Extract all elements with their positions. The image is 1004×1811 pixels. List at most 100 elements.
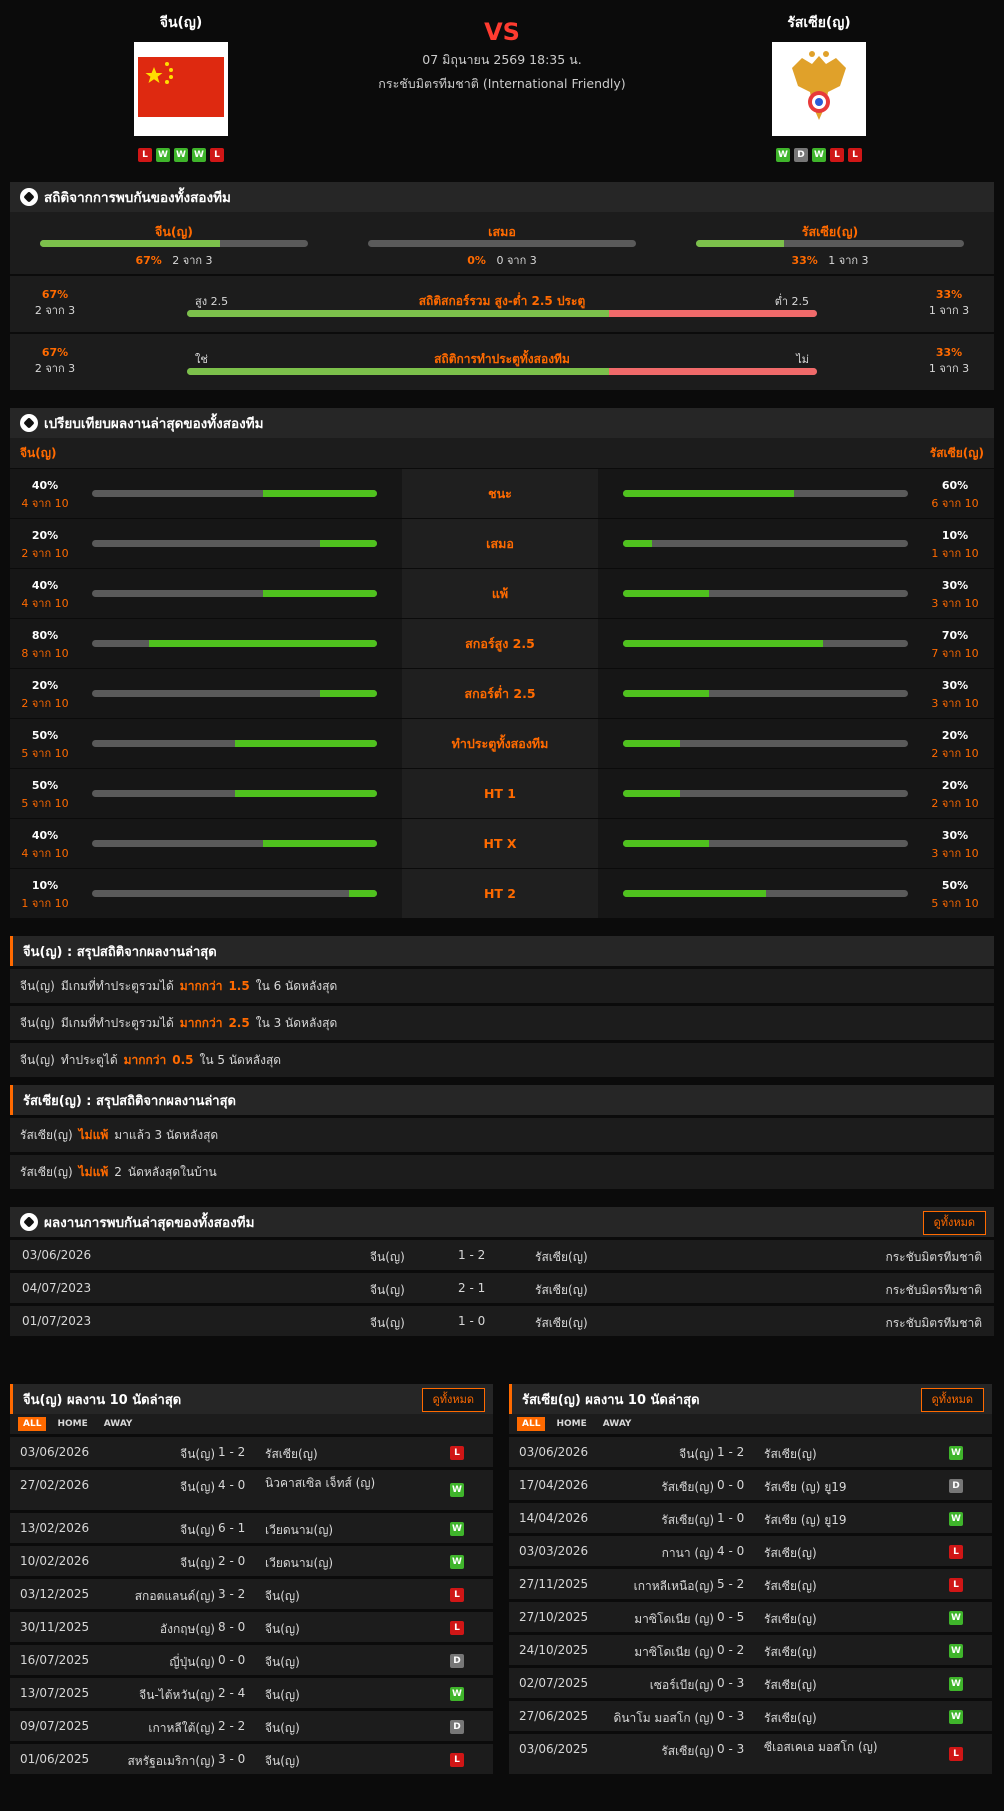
- match-row[interactable]: 10/02/2026 จีน(ญ) 2 - 0 เวียดนาม(ญ) W: [10, 1546, 493, 1576]
- match-row[interactable]: 30/11/2025 อังกฤษ(ญ) 8 - 0 จีน(ญ) L: [10, 1612, 493, 1642]
- away-summary: รัสเซีย(ญ) : สรุปสถิติจากผลงานล่าสุด รัส…: [10, 1085, 994, 1189]
- tab-all[interactable]: ALL: [517, 1417, 546, 1431]
- match-date: 27/02/2026: [20, 1478, 90, 1492]
- match-row[interactable]: 03/03/2026 กานา (ญ) 4 - 0 รัสเซีย(ญ) L: [509, 1536, 992, 1566]
- h2h-home-bar: [40, 240, 308, 247]
- summary-text: 2: [114, 1165, 122, 1179]
- result-badge: W: [949, 1677, 963, 1691]
- view-all-button[interactable]: ดูทั้งหมด: [421, 1388, 485, 1412]
- match-row[interactable]: 16/07/2025 ญี่ปุ่น(ญ) 0 - 0 จีน(ญ) D: [10, 1645, 493, 1675]
- h2h-results: ผลงานการพบกันล่าสุดของทั้งสองทีม ดูทั้งหม…: [10, 1207, 994, 1336]
- compare-home-pct: 40% 4 จาก 10: [20, 829, 70, 862]
- match-row[interactable]: 09/07/2025 เกาหลีใต้(ญ) 2 - 2 จีน(ญ) D: [10, 1711, 493, 1741]
- match-row[interactable]: 01/06/2025 สหรัฐอเมริกา(ญ) 3 - 0 จีน(ญ) L: [10, 1744, 493, 1774]
- summary-text: มากกว่า: [179, 1015, 223, 1030]
- h2h-row[interactable]: 01/07/2023 จีน(ญ) 1 - 0 รัสเซีย(ญ) กระชับมิต…: [10, 1306, 994, 1336]
- h2h-draw-pct: 0%: [467, 254, 486, 267]
- compare-away-pct: 30% 3 จาก 10: [930, 579, 980, 612]
- match-date: 03/12/2025: [20, 1587, 90, 1601]
- home-last-title: จีน(ญ) ผลงาน 10 นัดล่าสุด: [23, 1392, 182, 1408]
- away-team[interactable]: รัสเซีย(ญ) WDWLL: [724, 12, 914, 162]
- home-summary: จีน(ญ) : สรุปสถิติจากผลงานล่าสุด จีน(ญ) ม…: [10, 936, 994, 1077]
- soccer-ball-icon: [20, 1213, 38, 1231]
- compare-home-pct: 50% 5 จาก 10: [20, 779, 70, 812]
- tab-home[interactable]: HOME: [551, 1417, 591, 1431]
- result-badge: L: [450, 1588, 464, 1602]
- match-row[interactable]: 24/10/2025 มาซิโดเนีย (ญ) 0 - 2 รัสเซีย(ญ) W: [509, 1635, 992, 1665]
- summary-text: มีเกมที่ทำประตูรวมได้: [60, 978, 174, 993]
- away-form: WDWLL: [724, 148, 914, 162]
- match-home: สหรัฐอเมริกา(ญ): [127, 1754, 215, 1768]
- summary-text: ทำประตูได้: [60, 1052, 118, 1067]
- btts-no-count: 1 จาก 3: [928, 362, 970, 375]
- compare-section: เปรียบเทียบผลงานล่าสุดของทั้งสองทีม จีน(…: [10, 408, 994, 918]
- form-badge: W: [174, 148, 188, 162]
- match-score: 0 - 3: [717, 1709, 745, 1723]
- view-all-button[interactable]: ดูทั้งหมด: [920, 1388, 984, 1412]
- btts-yes-pct: 67%: [41, 346, 69, 359]
- league-name: กระชับมิตรทีมชาติ (International Friendl…: [378, 76, 626, 91]
- compare-metric-label: เสมอ: [402, 519, 598, 568]
- btts-no-pct: 33%: [935, 346, 963, 359]
- match-date: 27/10/2025: [519, 1610, 589, 1624]
- summary-text: ใน 5 นัดหลังสุด: [199, 1052, 282, 1067]
- tab-all[interactable]: ALL: [18, 1417, 47, 1431]
- summary-text: ไม่แพ้: [78, 1127, 109, 1142]
- match-row[interactable]: 27/10/2025 มาซิโดเนีย (ญ) 0 - 5 รัสเซีย(ญ) W: [509, 1602, 992, 1632]
- match-row[interactable]: 03/06/2025 รัสเซีย(ญ) 0 - 3 ซีเอสเคเอ มอสโก…: [509, 1734, 992, 1774]
- away-summary-title: รัสเซีย(ญ) : สรุปสถิติจากผลงานล่าสุด: [10, 1085, 994, 1115]
- match-away: จีน(ญ): [265, 1622, 300, 1636]
- btts-yes-count: 2 จาก 3: [34, 362, 76, 375]
- compare-metric-label: สกอร์ต่ำ 2.5: [402, 669, 598, 718]
- tab-home[interactable]: HOME: [52, 1417, 92, 1431]
- h2h-home-label: จีน(ญ): [155, 224, 193, 239]
- h2h-stats-section: สถิติจากการพบกันของทั้งสองทีม จีน(ญ) 67%…: [10, 182, 994, 274]
- h2h-cell: กระชับมิตรทีมชาติ: [885, 1316, 982, 1330]
- tab-away[interactable]: AWAY: [99, 1417, 138, 1431]
- compare-home-pct: 20% 2 จาก 10: [20, 679, 70, 712]
- match-row[interactable]: 13/07/2025 จีน-ไต้หวัน(ญ) 2 - 4 จีน(ญ) W: [10, 1678, 493, 1708]
- form-badge: W: [156, 148, 170, 162]
- compare-away-side: 30% 3 จาก 10: [598, 819, 990, 868]
- compare-away-side: 10% 1 จาก 10: [598, 519, 990, 568]
- result-badge: W: [450, 1522, 464, 1536]
- match-date: 03/06/2026: [519, 1445, 589, 1459]
- form-badge: W: [812, 148, 826, 162]
- compare-away-bar: [623, 690, 908, 697]
- summary-row: จีน(ญ) ทำประตูได้ มากกว่า 0.5 ใน 5 นัดหลังสุ…: [10, 1043, 994, 1077]
- home-pct-value: 40%: [31, 479, 59, 492]
- match-row[interactable]: 27/11/2025 เกาหลีเหนือ(ญ) 5 - 2 รัสเซีย(ญ) L: [509, 1569, 992, 1599]
- match-row[interactable]: 13/02/2026 จีน(ญ) 6 - 1 เวียดนาม(ญ) W: [10, 1513, 493, 1543]
- match-row[interactable]: 03/06/2026 จีน(ญ) 1 - 2 รัสเซีย(ญ) W: [509, 1437, 992, 1467]
- match-row[interactable]: 02/07/2025 เซอร์เบีย(ญ) 0 - 3 รัสเซีย(ญ) W: [509, 1668, 992, 1698]
- compare-away-label: รัสเซีย(ญ): [929, 445, 984, 460]
- result-badge: W: [450, 1555, 464, 1569]
- summary-text: ใน 6 นัดหลังสุด: [255, 978, 338, 993]
- match-header: จีน(ญ) LWWWL VS 07 มิถุนายน 2569 18:35 น…: [0, 0, 1004, 170]
- china-flag-logo: [134, 42, 228, 136]
- view-all-button[interactable]: ดูทั้งหมด: [922, 1211, 986, 1235]
- match-row[interactable]: 27/02/2026 จีน(ญ) 4 - 0 นิวคาสเซิล เจ็ทส์ (…: [10, 1470, 493, 1510]
- summary-text: จีน(ญ): [20, 978, 55, 993]
- match-row[interactable]: 03/12/2025 สกอตแลนด์(ญ) 3 - 2 จีน(ญ) L: [10, 1579, 493, 1609]
- compare-away-pct: 20% 2 จาก 10: [930, 779, 980, 812]
- compare-away-side: 60% 6 จาก 10: [598, 469, 990, 518]
- match-row[interactable]: 27/06/2025 ดินาโม มอสโก (ญ) 0 - 3 รัสเซีย(ญ…: [509, 1701, 992, 1731]
- home-team[interactable]: จีน(ญ) LWWWL: [86, 12, 276, 162]
- tab-away[interactable]: AWAY: [598, 1417, 637, 1431]
- match-row[interactable]: 03/06/2026 จีน(ญ) 1 - 2 รัสเซีย(ญ) L: [10, 1437, 493, 1467]
- away-pct-count: 5 จาก 10: [931, 897, 979, 910]
- h2h-row[interactable]: 04/07/2023 จีน(ญ) 2 - 1 รัสเซีย(ญ) กระชับมิต…: [10, 1273, 994, 1303]
- match-score: 0 - 3: [717, 1742, 745, 1756]
- soccer-ball-icon: [20, 414, 38, 432]
- h2h-row[interactable]: 03/06/2026 จีน(ญ) 1 - 2 รัสเซีย(ญ) กระชับมิต…: [10, 1240, 994, 1270]
- away-last-tabs: ALL HOME AWAY: [509, 1414, 992, 1434]
- summary-text: นัดหลังสุดในบ้าน: [127, 1164, 217, 1179]
- compare-row: 40% 4 จาก 10 HT X 30% 3 จาก 10: [10, 818, 994, 868]
- match-row[interactable]: 14/04/2026 รัสเซีย(ญ) 1 - 0 รัสเซีย (ญ) ยู1…: [509, 1503, 992, 1533]
- away-pct-count: 3 จาก 10: [931, 847, 979, 860]
- home-form: LWWWL: [86, 148, 276, 162]
- compare-row: 40% 4 จาก 10 แพ้ 30% 3 จาก 10: [10, 568, 994, 618]
- match-score: 4 - 0: [218, 1478, 246, 1492]
- match-row[interactable]: 17/04/2026 รัสเซีย(ญ) 0 - 0 รัสเซีย (ญ) ยู1…: [509, 1470, 992, 1500]
